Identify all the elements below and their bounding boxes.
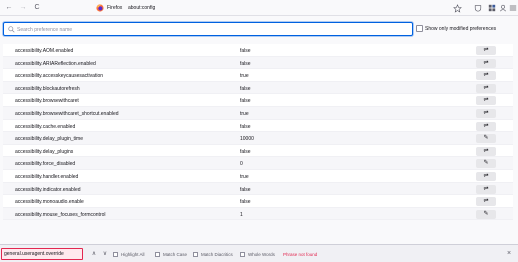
preference-name: accessibility.delay_plugin_time bbox=[15, 136, 83, 143]
table-row[interactable]: accessibility.AOM.enabled false ⇌ bbox=[3, 44, 513, 57]
preference-value[interactable]: true bbox=[240, 111, 249, 117]
preference-value[interactable]: false bbox=[240, 48, 251, 54]
preference-name: accessibility.cache.enabled bbox=[15, 123, 76, 130]
toggle-button[interactable]: ⇌ bbox=[476, 96, 496, 106]
preference-value[interactable]: 1 bbox=[240, 212, 243, 218]
toggle-button[interactable]: ⇌ bbox=[476, 184, 496, 194]
preference-name: accessibility.force_disabled bbox=[15, 161, 76, 168]
preference-value[interactable]: false bbox=[240, 98, 251, 104]
match-case-checkbox[interactable] bbox=[155, 252, 160, 257]
preference-search-box[interactable] bbox=[3, 22, 413, 36]
table-row[interactable]: accessibility.monoaudio.enable false ⇌ bbox=[3, 195, 513, 208]
table-row[interactable]: accessibility.cache.enabled false ⇌ bbox=[3, 119, 513, 133]
preference-value[interactable]: true bbox=[240, 73, 249, 79]
toggle-button[interactable]: ⇌ bbox=[476, 46, 496, 55]
highlight-all-label: Highlight All bbox=[121, 252, 145, 257]
preference-value[interactable]: 0 bbox=[240, 161, 243, 167]
table-row[interactable]: accessibility.delay_plugin_time 10000 ✎ bbox=[3, 132, 513, 145]
search-icon bbox=[8, 26, 15, 33]
table-row[interactable]: accessibility.force_disabled 0 ✎ bbox=[3, 157, 513, 170]
preference-name: accessibility.AOM.enabled bbox=[15, 48, 74, 54]
find-previous-button[interactable]: ∧ bbox=[90, 250, 98, 258]
toggle-button[interactable]: ⇌ bbox=[476, 83, 496, 93]
table-row[interactable]: accessibility.delay_plugins false ⇌ bbox=[3, 144, 513, 158]
firefox-logo-icon bbox=[96, 4, 104, 12]
preference-name: accessibility.blockautorefresh bbox=[15, 85, 80, 92]
find-status-text: Phrase not found bbox=[283, 252, 318, 257]
toggle-button[interactable]: ⇌ bbox=[476, 146, 496, 156]
table-row[interactable]: accessibility.browsewithcaret_shortcut.e… bbox=[3, 106, 513, 120]
find-close-button[interactable]: × bbox=[505, 250, 513, 258]
table-row[interactable]: accessibility.browsewithcaret false ⇌ bbox=[3, 94, 513, 107]
preference-name: accessibility.delay_plugins bbox=[15, 148, 74, 155]
preference-value[interactable]: false bbox=[240, 149, 251, 155]
preference-value[interactable]: false bbox=[240, 86, 251, 92]
reload-button[interactable]: C bbox=[32, 3, 42, 13]
toggle-button[interactable]: ⇌ bbox=[476, 121, 496, 131]
table-row[interactable]: accessibility.indicator.enabled false ⇌ bbox=[3, 182, 513, 196]
preferences-table: accessibility.AOM.enabled false ⇌ accessibi… bbox=[3, 44, 513, 244]
show-modified-label: Show only modified preferences bbox=[425, 26, 497, 32]
edit-button[interactable]: ✎ bbox=[476, 134, 496, 144]
preference-name: accessibility.mouse_focuses_formcontrol bbox=[15, 211, 106, 218]
hamburger-menu-icon[interactable] bbox=[509, 4, 517, 12]
preference-value[interactable]: false bbox=[240, 187, 251, 193]
toggle-button[interactable]: ⇌ bbox=[476, 197, 496, 207]
browser-toolbar: ← → C Firefox about:config bbox=[0, 0, 518, 16]
highlight-all-checkbox[interactable] bbox=[113, 252, 118, 257]
pocket-shield-icon[interactable] bbox=[474, 4, 482, 12]
show-modified-toggle[interactable]: Show only modified preferences bbox=[416, 25, 516, 33]
whole-words-label: Whole Words bbox=[248, 252, 275, 257]
toggle-button[interactable]: ⇌ bbox=[476, 58, 496, 68]
url-text[interactable]: about:config bbox=[128, 5, 155, 11]
url-bar[interactable]: Firefox about:config bbox=[82, 3, 462, 14]
preference-name: accessibility.handler.enabled bbox=[15, 173, 79, 180]
show-modified-checkbox[interactable] bbox=[416, 25, 423, 32]
back-button[interactable]: ← bbox=[4, 3, 14, 13]
whole-words-checkbox[interactable] bbox=[240, 252, 245, 257]
preference-value[interactable]: false bbox=[240, 199, 251, 205]
extensions-grid-icon[interactable] bbox=[488, 4, 496, 12]
preference-value[interactable]: false bbox=[240, 61, 251, 67]
find-bar: ∧ ∨ Highlight All Match Case Match Diacr… bbox=[0, 244, 518, 262]
toggle-button[interactable]: ⇌ bbox=[476, 171, 496, 181]
preference-name: accessibility.browsewithcaret bbox=[15, 98, 79, 105]
table-row[interactable]: accessibility.mouse_focuses_formcontrol 1… bbox=[3, 207, 513, 221]
edit-button[interactable]: ✎ bbox=[476, 159, 496, 169]
toggle-button[interactable]: ⇌ bbox=[476, 71, 496, 81]
find-next-button[interactable]: ∨ bbox=[101, 250, 109, 258]
search-input[interactable] bbox=[17, 25, 407, 34]
match-diacritics-checkbox[interactable] bbox=[193, 252, 198, 257]
find-input[interactable] bbox=[1, 248, 83, 260]
preference-name: accessibility.accesskeycausesactivation bbox=[15, 73, 104, 80]
table-row[interactable]: accessibility.ARIAReflection.enabled fals… bbox=[3, 56, 513, 70]
preference-name: accessibility.ARIAReflection.enabled bbox=[15, 60, 96, 67]
browser-brand-label: Firefox bbox=[107, 5, 123, 11]
match-case-label: Match Case bbox=[163, 252, 188, 257]
preference-value[interactable]: 10000 bbox=[240, 136, 254, 142]
match-diacritics-label: Match Diacritics bbox=[201, 252, 233, 257]
preference-value[interactable]: false bbox=[240, 124, 251, 130]
table-row[interactable]: accessibility.accesskeycausesactivation t… bbox=[3, 69, 513, 82]
bookmark-star-icon[interactable] bbox=[453, 4, 462, 13]
table-row[interactable]: accessibility.handler.enabled true ⇌ bbox=[3, 169, 513, 183]
preference-name: accessibility.monoaudio.enable bbox=[15, 199, 84, 206]
preference-name: accessibility.browsewithcaret_shortcut.e… bbox=[15, 110, 119, 117]
forward-button[interactable]: → bbox=[18, 3, 28, 13]
account-icon[interactable] bbox=[499, 4, 507, 12]
preference-name: accessibility.indicator.enabled bbox=[15, 186, 81, 193]
edit-button[interactable]: ✎ bbox=[476, 209, 496, 219]
preference-value[interactable]: true bbox=[240, 174, 249, 180]
table-row[interactable]: accessibility.blockautorefresh false ⇌ bbox=[3, 81, 513, 95]
toggle-button[interactable]: ⇌ bbox=[476, 108, 496, 118]
